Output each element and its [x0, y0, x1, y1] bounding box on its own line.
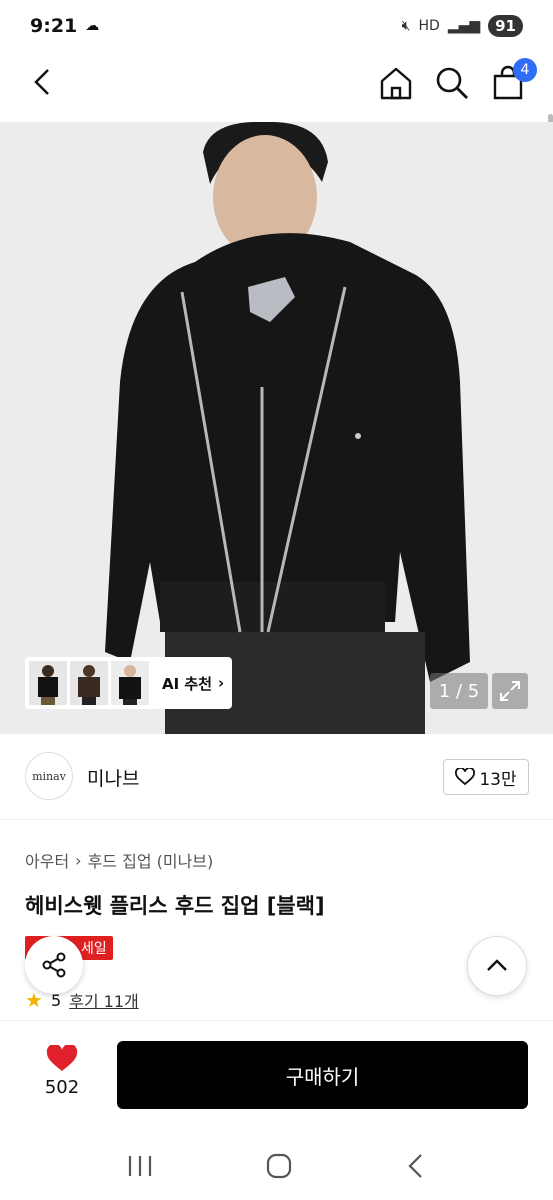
cloud-icon: ☁ [85, 18, 100, 34]
buy-button[interactable]: 구매하기 [117, 1041, 528, 1109]
mute-icon: 🔇︎ [401, 18, 411, 34]
cart-count-badge: 4 [513, 58, 537, 82]
product-title: 헤비스웻 플리스 후드 집업 [블랙] [25, 894, 325, 918]
home-nav-icon[interactable] [264, 1151, 294, 1181]
chevron-right-icon: › [75, 850, 82, 870]
ai-recommend-chip[interactable]: AI 추천 › [25, 657, 232, 709]
rating-value: 5 [50, 990, 62, 1010]
ai-recommend-text: AI 추천 [162, 674, 213, 693]
chevron-up-icon [487, 959, 507, 971]
share-button[interactable] [25, 936, 83, 994]
expand-icon[interactable] [492, 673, 528, 709]
bottom-action-bar: 502 구매하기 [0, 1020, 553, 1132]
image-page-indicator: 1 / 5 [430, 673, 488, 709]
recommend-thumb-1[interactable] [29, 661, 67, 705]
chevron-right-icon: › [218, 674, 225, 692]
heart-filled-icon [46, 1045, 78, 1071]
star-icon: ★ [25, 988, 43, 1012]
rating-row: ★ 5 후기 11개 [25, 988, 139, 1012]
share-icon [42, 952, 66, 978]
breadcrumb-subcategory[interactable]: 후드 집업 (미나브) [88, 848, 214, 872]
app-header: 4 [0, 52, 553, 164]
battery-indicator: 91 [488, 15, 523, 37]
cart-button[interactable]: 4 [489, 58, 537, 102]
recommend-thumb-3[interactable] [111, 661, 149, 705]
product-image[interactable] [0, 122, 553, 734]
wish-button[interactable]: 502 [30, 1045, 94, 1098]
network-label: HD [418, 18, 440, 34]
brand-like-count: 13만 [479, 769, 517, 790]
breadcrumb-category[interactable]: 아우터 [25, 848, 69, 872]
brand-logo[interactable]: minav [25, 752, 73, 800]
search-icon[interactable] [433, 64, 471, 102]
brand-row: minav 미나브 13만 [0, 734, 553, 820]
back-nav-icon[interactable] [403, 1151, 429, 1181]
home-icon[interactable] [377, 64, 415, 102]
back-arrow-icon[interactable] [28, 66, 60, 98]
wish-count: 502 [44, 1077, 80, 1098]
heart-outline-icon [455, 768, 476, 786]
scroll-top-button[interactable] [467, 936, 527, 996]
review-link[interactable]: 후기 11개 [69, 988, 139, 1012]
recent-apps-icon[interactable] [125, 1153, 155, 1179]
status-icons: 🔇︎ HD ▂▄▆ 91 [402, 15, 523, 37]
breadcrumb: 아우터 › 후드 집업 (미나브) [25, 848, 213, 872]
recommend-thumb-2[interactable] [70, 661, 108, 705]
signal-icon: ▂▄▆ [447, 18, 481, 34]
status-time: 9:21 [30, 15, 78, 37]
product-photo [0, 122, 553, 734]
brand-name[interactable]: 미나브 [87, 764, 139, 791]
ai-recommend-label[interactable]: AI 추천 › [162, 673, 224, 694]
status-bar: 9:21 ☁ 🔇︎ HD ▂▄▆ 91 [0, 0, 553, 52]
sale-badge-text: 세일 [81, 941, 107, 957]
brand-like-button[interactable]: 13만 [443, 759, 529, 795]
system-nav-bar [0, 1132, 553, 1200]
